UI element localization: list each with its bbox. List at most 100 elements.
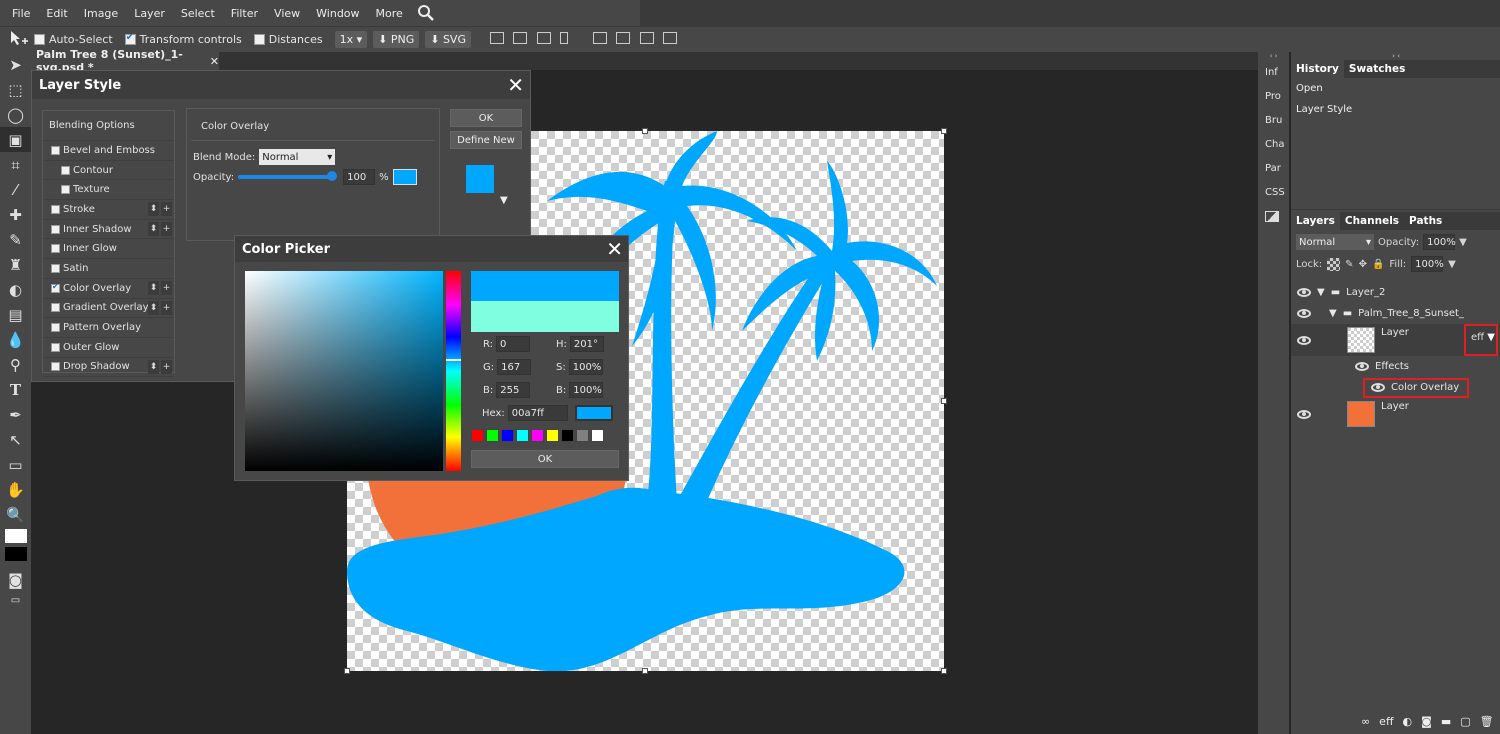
layer-row[interactable]: Layer — [1291, 398, 1500, 430]
collapse-arrows-icon[interactable]: ‹ › — [1258, 52, 1289, 60]
fill-input[interactable]: 100% — [1411, 256, 1444, 272]
effect-item-gradient-overlay[interactable]: Gradient Overlay ⬍ + — [43, 299, 174, 319]
link-icon[interactable]: ∞ — [1361, 715, 1370, 728]
b-input[interactable]: 255 — [496, 382, 531, 398]
visibility-eye-icon[interactable] — [1297, 409, 1311, 419]
add-effect-icon[interactable]: + — [161, 222, 172, 237]
effect-item-bevel-and-emboss[interactable]: Bevel and Emboss — [43, 141, 174, 161]
effect-checkbox[interactable] — [51, 204, 60, 214]
layer-blend-select[interactable]: Normal ▾ — [1296, 234, 1374, 250]
color-picker-ok-button[interactable]: OK — [471, 450, 619, 468]
screen-mode-icon[interactable]: ▭ — [0, 592, 31, 608]
close-icon[interactable]: ✕ — [507, 73, 524, 97]
zoom-select[interactable]: 1x ▾ — [334, 31, 368, 48]
text-tool-icon[interactable]: T — [0, 377, 31, 402]
move-tool-icon[interactable]: ➤ — [0, 52, 31, 77]
tab-css[interactable]: CSS — [1258, 180, 1289, 204]
align-center-h-icon[interactable] — [513, 32, 528, 44]
align-left-icon[interactable] — [489, 32, 504, 44]
effect-checkbox[interactable] — [51, 263, 60, 273]
color-overlay-effect-row[interactable]: Color Overlay — [1291, 377, 1500, 398]
layer-row-selected[interactable]: Layer eff ▼ — [1291, 324, 1500, 356]
document-tab[interactable]: Palm Tree 8 (Sunset)_1-svg.psd * ✕ — [31, 48, 219, 74]
effect-checkbox[interactable] — [51, 362, 60, 372]
add-effect-icon[interactable]: + — [161, 281, 172, 296]
menu-edit[interactable]: Edit — [38, 7, 75, 20]
export-png-button[interactable]: ⬇ PNG — [373, 31, 420, 48]
effect-item-texture[interactable]: Texture — [43, 180, 174, 201]
hex-input[interactable]: 00a7ff — [507, 405, 568, 421]
menu-view[interactable]: View — [266, 7, 308, 20]
effect-checkbox[interactable] — [51, 282, 60, 293]
shape-tool-icon[interactable]: ▭ — [0, 452, 31, 477]
new-layer-icon[interactable]: ▢ — [1460, 715, 1470, 728]
color-picker-titlebar[interactable]: Color Picker ✕ — [235, 236, 628, 262]
effect-checkbox[interactable] — [51, 244, 60, 254]
chevron-down-icon[interactable]: ▼ — [500, 195, 522, 206]
old-color-preview[interactable] — [471, 301, 619, 332]
effect-item-contour[interactable]: Contour — [43, 161, 174, 181]
menu-filter[interactable]: Filter — [223, 7, 266, 20]
background-color-swatch[interactable] — [5, 547, 27, 561]
effect-checkbox[interactable] — [61, 185, 70, 195]
auto-select-checkbox[interactable] — [34, 34, 45, 45]
blend-mode-select[interactable]: Normal ▾ — [259, 149, 336, 165]
ok-button[interactable]: OK — [450, 109, 522, 127]
path-select-tool-icon[interactable]: ↖ — [0, 427, 31, 452]
effect-item-drop-shadow[interactable]: Drop Shadow ⬍ + — [43, 358, 174, 378]
expand-arrow-icon[interactable]: ▼ — [1329, 308, 1337, 319]
hue-slider[interactable] — [446, 271, 461, 471]
palette-swatch[interactable] — [531, 429, 544, 442]
tab-properties[interactable]: Pro — [1258, 84, 1289, 108]
close-tab-icon[interactable]: ✕ — [210, 55, 219, 68]
reorder-icon[interactable]: ⬍ — [148, 202, 159, 217]
add-effect-icon[interactable]: + — [161, 300, 172, 315]
define-new-button[interactable]: Define New — [450, 131, 522, 149]
tab-channels[interactable]: Channels — [1340, 212, 1404, 230]
history-item[interactable]: Open — [1291, 78, 1500, 99]
chevron-down-icon[interactable]: ▼ — [1448, 259, 1456, 270]
opacity-input[interactable]: 100 — [343, 169, 376, 185]
g-input[interactable]: 167 — [497, 359, 532, 375]
effect-item-outer-glow[interactable]: Outer Glow — [43, 338, 174, 358]
overlay-color-swatch[interactable] — [392, 169, 417, 185]
visibility-eye-icon[interactable] — [1297, 335, 1311, 345]
visibility-eye-icon[interactable] — [1355, 362, 1369, 371]
transform-handle[interactable] — [941, 128, 947, 134]
image-icon[interactable] — [1258, 204, 1289, 228]
quick-mask-icon[interactable]: ◙ — [0, 567, 31, 592]
menu-more[interactable]: More — [368, 7, 411, 20]
brightness-input[interactable]: 100% — [569, 382, 604, 398]
effect-checkbox[interactable] — [51, 323, 60, 333]
lock-transparency-icon[interactable] — [1327, 257, 1341, 271]
palette-swatch[interactable] — [501, 429, 514, 442]
eyedropper-tool-icon[interactable]: ⁄ — [0, 177, 31, 202]
adjustment-icon[interactable]: ◐ — [1403, 715, 1413, 728]
lock-brush-icon[interactable]: ✎ — [1345, 259, 1353, 270]
effect-checkbox[interactable] — [51, 342, 60, 352]
export-svg-button[interactable]: ⬇ SVG — [425, 31, 471, 48]
gradient-tool-icon[interactable]: ▤ — [0, 302, 31, 327]
align-middle-v-icon[interactable] — [616, 32, 631, 44]
trash-icon[interactable]: 🗑 — [1480, 715, 1494, 728]
eraser-tool-icon[interactable]: ◐ — [0, 277, 31, 302]
eff-footer-label[interactable]: eff — [1379, 715, 1393, 728]
dodge-tool-icon[interactable]: ⚲ — [0, 352, 31, 377]
effect-item-pattern-overlay[interactable]: Pattern Overlay — [43, 318, 174, 338]
tab-swatches[interactable]: Swatches — [1344, 60, 1410, 78]
align-top-icon[interactable] — [592, 32, 607, 44]
tab-history[interactable]: History — [1291, 60, 1344, 78]
transform-handle[interactable] — [642, 668, 648, 674]
history-item[interactable]: Layer Style — [1291, 99, 1500, 120]
r-input[interactable]: 0 — [496, 336, 531, 352]
menu-window[interactable]: Window — [308, 7, 367, 20]
layer-opacity-input[interactable]: 100% — [1423, 234, 1456, 250]
lock-move-icon[interactable]: ✥ — [1359, 259, 1367, 270]
transform-controls-checkbox[interactable] — [124, 32, 136, 45]
effect-item-inner-glow[interactable]: Inner Glow — [43, 239, 174, 260]
distances-checkbox[interactable] — [253, 34, 265, 45]
lasso-tool-icon[interactable]: ◯ — [0, 102, 31, 127]
lock-all-icon[interactable]: 🔒 — [1372, 259, 1384, 270]
hand-tool-icon[interactable]: ✋ — [0, 477, 31, 502]
effect-item-blending-options[interactable]: Blending Options — [43, 111, 174, 141]
